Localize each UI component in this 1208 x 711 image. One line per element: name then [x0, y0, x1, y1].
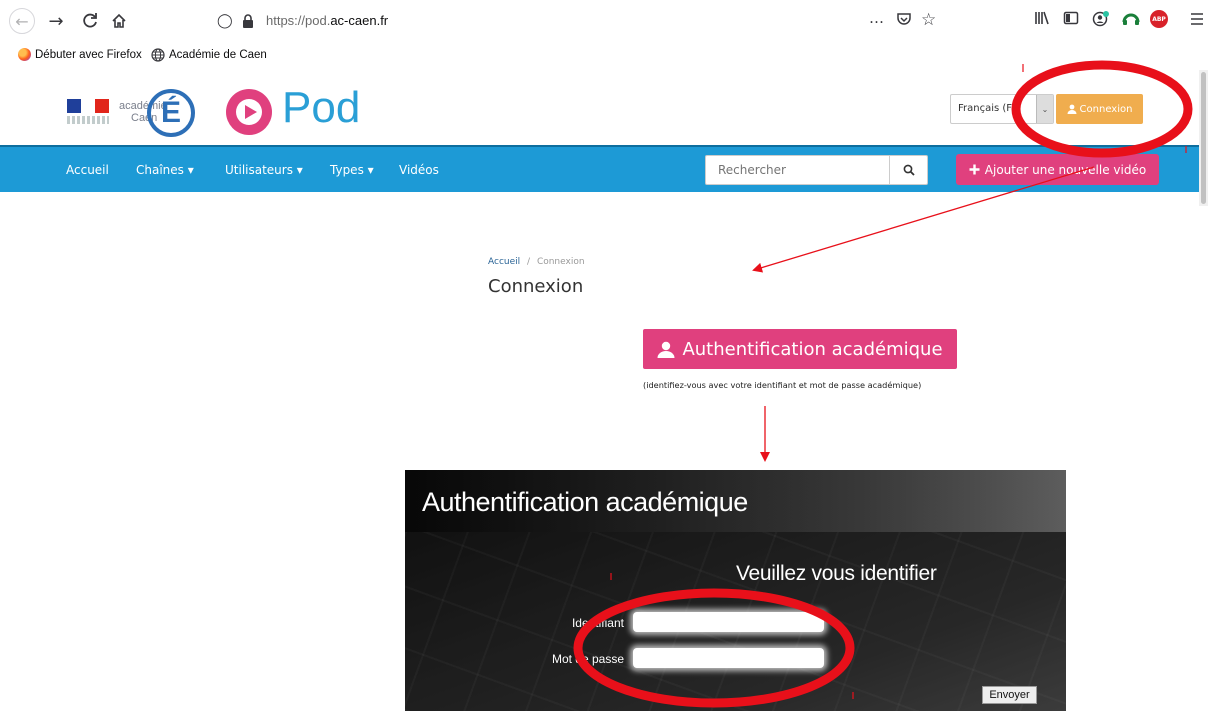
bookmark-academie-caen[interactable]: Académie de Caen	[151, 48, 267, 62]
bookmark-label: Débuter avec Firefox	[35, 48, 142, 61]
reload-icon	[83, 13, 97, 28]
nav-channels[interactable]: Chaînes ▾	[136, 163, 194, 177]
chevron-down-icon[interactable]: ⌄	[1036, 95, 1053, 123]
cas-subtitle: Veuillez vous identifier	[736, 562, 937, 585]
add-video-button[interactable]: Ajouter une nouvelle vidéo	[956, 154, 1159, 185]
bookmark-label: Académie de Caen	[169, 49, 267, 61]
breadcrumb-current: Connexion	[536, 257, 585, 267]
breadcrumb: Accueil / Connexion	[488, 257, 585, 267]
login-label: Connexion	[1079, 103, 1133, 115]
add-video-label: Ajouter une nouvelle vidéo	[984, 162, 1147, 177]
academic-auth-label: Authentification académique	[682, 338, 943, 360]
site-header: académie Caen É Pod Français (FR ⌄ Conne…	[0, 70, 1199, 145]
language-select[interactable]: Français (FR ⌄	[950, 94, 1054, 124]
academy-e-logo: É	[147, 89, 195, 137]
firefox-icon	[18, 48, 31, 61]
auth-hint: (identifiez-vous avec votre identifiant …	[643, 380, 922, 390]
pocket-icon[interactable]	[896, 11, 912, 27]
pod-logo[interactable]: Pod	[226, 83, 386, 137]
main-navbar: Accueil Chaînes ▾ Utilisateurs ▾ Types ▾…	[0, 145, 1199, 192]
nav-videos[interactable]: Vidéos	[399, 163, 439, 177]
republic-flag-icon	[67, 99, 109, 125]
arrow-left-icon: ←	[15, 11, 29, 31]
url-bar[interactable]: ◯ https://pod.ac-caen.fr … ☆	[205, 6, 953, 36]
sidebar-icon[interactable]	[1063, 10, 1079, 26]
browser-toolbar: ← → ◯ https://pod.ac-caen.fr … ☆ ABP	[0, 0, 1208, 42]
username-field[interactable]	[633, 612, 824, 632]
breadcrumb-separator: /	[527, 257, 531, 267]
back-button[interactable]: ←	[9, 8, 35, 34]
page-scrollbar[interactable]	[1199, 70, 1208, 206]
search-form	[705, 155, 928, 185]
forward-button[interactable]: →	[44, 9, 68, 33]
adblock-icon[interactable]: ABP	[1150, 10, 1168, 28]
globe-icon	[151, 48, 165, 62]
screenshot-root: ← → ◯ https://pod.ac-caen.fr … ☆ ABP Déb…	[0, 0, 1208, 711]
login-button[interactable]: Connexion	[1056, 94, 1143, 124]
user-icon	[657, 341, 675, 358]
bookmarks-toolbar: Débuter avec Firefox Académie de Caen	[0, 42, 1208, 70]
reload-button[interactable]	[78, 9, 102, 33]
bookmark-star-icon[interactable]: ☆	[921, 10, 936, 30]
language-value: Français (FR	[958, 103, 1019, 114]
plus-icon	[969, 164, 980, 175]
search-button[interactable]	[889, 156, 927, 184]
search-input[interactable]	[706, 156, 890, 184]
page-actions-icon[interactable]: …	[869, 9, 885, 27]
nav-users[interactable]: Utilisateurs ▾	[225, 163, 303, 177]
lock-icon[interactable]	[242, 14, 254, 28]
scrollbar-thumb[interactable]	[1201, 72, 1206, 204]
page-title: Connexion	[488, 276, 584, 297]
adblock-label: ABP	[1152, 15, 1166, 23]
user-icon	[1067, 104, 1077, 114]
home-button[interactable]	[107, 9, 131, 33]
nav-home[interactable]: Accueil	[66, 163, 109, 177]
password-label: Mot de passe	[551, 652, 624, 666]
search-icon	[903, 164, 915, 176]
tracking-shield-icon[interactable]: ◯	[217, 13, 233, 29]
nav-types[interactable]: Types ▾	[330, 163, 374, 177]
cas-login-screenshot: Authentification académique Veuillez vou…	[405, 470, 1066, 711]
library-icon[interactable]	[1034, 10, 1050, 26]
academy-logo[interactable]: académie Caen É	[67, 89, 202, 137]
academic-auth-button[interactable]: Authentification académique	[643, 329, 957, 369]
extension-icon[interactable]	[1122, 10, 1140, 26]
play-logo-icon	[226, 89, 272, 135]
home-icon	[112, 13, 126, 28]
pod-logo-text: Pod	[282, 83, 361, 132]
cas-title: Authentification académique	[422, 487, 748, 517]
menu-icon[interactable]	[1190, 12, 1204, 26]
password-field[interactable]	[633, 648, 824, 668]
bookmark-getting-started[interactable]: Débuter avec Firefox	[18, 48, 142, 61]
submit-button[interactable]: Envoyer	[982, 686, 1037, 704]
url-text[interactable]: https://pod.ac-caen.fr	[266, 13, 388, 28]
breadcrumb-home[interactable]: Accueil	[488, 257, 520, 267]
account-icon[interactable]	[1092, 10, 1110, 28]
username-label: Identifiant	[571, 616, 624, 630]
arrow-right-icon: →	[48, 10, 64, 32]
